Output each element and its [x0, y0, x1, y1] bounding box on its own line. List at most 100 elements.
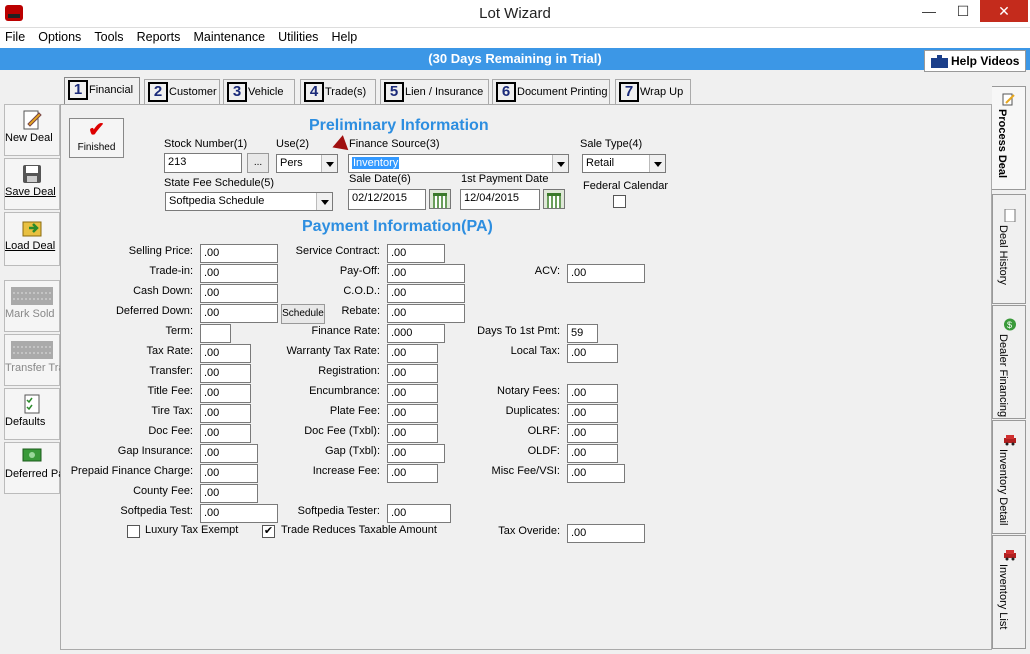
calendar-icon[interactable]: [543, 189, 565, 209]
mark-sold-button[interactable]: Mark Sold: [4, 280, 60, 332]
gap-txbl-input[interactable]: .00: [387, 444, 445, 463]
tab-process-deal-label: Process Deal: [996, 109, 1008, 179]
tab-lien-insurance[interactable]: 5 Lien / Insurance: [380, 79, 489, 105]
tab-inventory-detail-label: Inventory Detail: [997, 449, 1009, 526]
save-deal-label: Save Deal: [5, 186, 56, 198]
maximize-button[interactable]: ☐: [946, 0, 980, 22]
load-deal-button[interactable]: Load Deal: [4, 212, 60, 266]
pay-off-label: Pay-Off:: [339, 265, 380, 277]
encumbrance-input[interactable]: .00: [387, 384, 438, 403]
softpedia-test-input[interactable]: .00: [200, 504, 278, 523]
oldf-input[interactable]: .00: [567, 444, 618, 463]
tab-process-deal[interactable]: Process Deal: [992, 86, 1026, 190]
transfer-input[interactable]: .00: [200, 364, 251, 383]
doc-fee-txbl-input[interactable]: .00: [387, 424, 438, 443]
checkmark-icon: ✔: [88, 119, 105, 141]
trade-reduces-checkbox[interactable]: ✔: [262, 525, 275, 538]
deferred-down-input[interactable]: .00: [200, 304, 278, 323]
defaults-label: Defaults: [5, 416, 46, 428]
state-fee-select[interactable]: Softpedia Schedule: [165, 192, 333, 211]
menu-file[interactable]: File: [0, 28, 30, 44]
menu-maintenance[interactable]: Maintenance: [188, 28, 270, 44]
tab-inventory-detail[interactable]: Inventory Detail: [992, 420, 1026, 534]
warranty-tax-rate-input[interactable]: .00: [387, 344, 438, 363]
menu-utilities[interactable]: Utilities: [273, 28, 323, 44]
local-tax-input[interactable]: .00: [567, 344, 618, 363]
increase-fee-input[interactable]: .00: [387, 464, 438, 483]
menu-options[interactable]: Options: [33, 28, 86, 44]
rebate-input[interactable]: .00: [387, 304, 465, 323]
luxury-tax-checkbox[interactable]: [127, 525, 140, 538]
tire-tax-input[interactable]: .00: [200, 404, 251, 423]
tab-dealer-financing[interactable]: $ Dealer Financing: [992, 305, 1026, 419]
tab-customer[interactable]: 2 Customer: [144, 79, 220, 105]
minimize-button[interactable]: —: [912, 0, 946, 22]
gap-insurance-input[interactable]: .00: [200, 444, 258, 463]
menu-tools[interactable]: Tools: [89, 28, 128, 44]
trade-in-input[interactable]: .00: [200, 264, 278, 283]
tab-wrap-up[interactable]: 7 Wrap Up: [615, 79, 691, 105]
tab-document-printing[interactable]: 6 Document Printing: [492, 79, 610, 105]
misc-fee-label: Misc Fee/VSI:: [491, 465, 560, 477]
defaults-button[interactable]: Defaults: [4, 388, 60, 440]
tire-tax-label: Tire Tax:: [151, 405, 193, 417]
tab-number: 4: [304, 82, 324, 102]
plate-fee-label: Plate Fee:: [329, 405, 380, 417]
deferred-payments-button[interactable]: Deferred Payments: [4, 442, 100, 494]
tax-rate-label: Tax Rate:: [146, 345, 193, 357]
sale-date-input[interactable]: 02/12/2015: [348, 189, 426, 210]
registration-input[interactable]: .00: [387, 364, 438, 383]
tax-rate-input[interactable]: .00: [200, 344, 251, 363]
selling-price-input[interactable]: .00: [200, 244, 278, 263]
first-payment-input[interactable]: 12/04/2015: [460, 189, 540, 210]
tab-trades[interactable]: 4 Trade(s): [300, 79, 376, 105]
finance-rate-input[interactable]: .000: [387, 324, 445, 343]
days-first-pmt-input[interactable]: 59: [567, 324, 598, 343]
plate-fee-input[interactable]: .00: [387, 404, 438, 423]
county-fee-input[interactable]: .00: [200, 484, 258, 503]
softpedia-tester-input[interactable]: .00: [387, 504, 451, 523]
finance-source-select[interactable]: Inventory: [348, 154, 569, 173]
tab-inventory-list[interactable]: Inventory List: [992, 535, 1026, 649]
title-fee-input[interactable]: .00: [200, 384, 251, 403]
prepaid-finance-input[interactable]: .00: [200, 464, 258, 483]
finished-button[interactable]: ✔ Finished: [69, 118, 124, 158]
use-select[interactable]: Pers: [276, 154, 338, 173]
softpedia-test-label: Softpedia Test:: [120, 505, 193, 517]
federal-calendar-checkbox[interactable]: [613, 195, 626, 208]
service-contract-input[interactable]: .00: [387, 244, 445, 263]
pay-off-input[interactable]: .00: [387, 264, 465, 283]
new-deal-button[interactable]: New Deal: [4, 104, 60, 156]
cod-input[interactable]: .00: [387, 284, 465, 303]
finance-source-value: Inventory: [352, 157, 400, 169]
sale-type-select[interactable]: Retail: [582, 154, 666, 173]
save-deal-button[interactable]: Save Deal: [4, 158, 60, 210]
help-videos-button[interactable]: Help Videos: [924, 50, 1026, 72]
tab-deal-history[interactable]: Deal History: [992, 194, 1026, 304]
tab-vehicle[interactable]: 3 Vehicle: [223, 79, 295, 105]
warranty-tax-rate-label: Warranty Tax Rate:: [286, 345, 380, 357]
close-button[interactable]: ✕: [980, 0, 1028, 22]
menu-help[interactable]: Help: [326, 28, 362, 44]
calendar-icon[interactable]: [429, 189, 451, 209]
tab-financial[interactable]: 1 Financial: [64, 77, 140, 105]
payment-title: Payment Information(PA): [302, 218, 493, 235]
doc-fee-input[interactable]: .00: [200, 424, 251, 443]
stock-number-input[interactable]: 213: [164, 153, 242, 173]
duplicates-input[interactable]: .00: [567, 404, 618, 423]
tax-overide-input[interactable]: .00: [567, 524, 645, 543]
stock-browse-button[interactable]: ...: [247, 153, 269, 173]
transfer-trades-button[interactable]: Transfer Trades: [4, 334, 82, 386]
acv-input[interactable]: .00: [567, 264, 645, 283]
tab-number: 2: [148, 82, 168, 102]
state-fee-label: State Fee Schedule(5): [164, 177, 275, 189]
menu-reports[interactable]: Reports: [132, 28, 186, 44]
misc-fee-input[interactable]: .00: [567, 464, 625, 483]
schedule-button[interactable]: Schedule: [281, 304, 325, 324]
term-input[interactable]: [200, 324, 231, 343]
tab-label: Trade(s): [325, 86, 367, 98]
cash-down-input[interactable]: .00: [200, 284, 278, 303]
notary-fees-input[interactable]: .00: [567, 384, 618, 403]
new-deal-icon: [23, 110, 42, 130]
olrf-input[interactable]: .00: [567, 424, 618, 443]
